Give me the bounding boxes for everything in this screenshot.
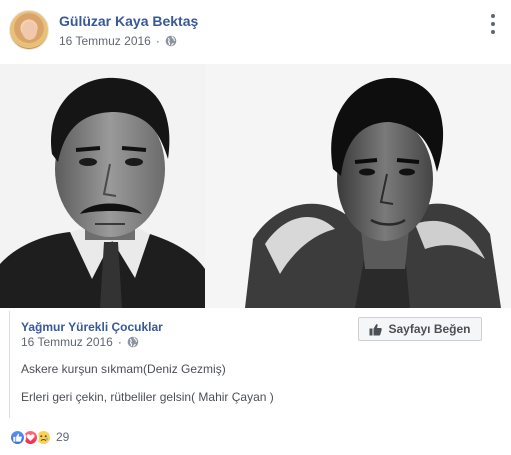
avatar-face	[22, 21, 37, 40]
reactions-bar[interactable]: 29	[9, 428, 69, 446]
left-portrait-photo[interactable]	[0, 64, 205, 308]
right-portrait-image	[205, 64, 511, 308]
shared-text-line-1: Askere kurşun sıkmam(Deniz Gezmiş)	[21, 362, 226, 376]
meta-separator: ·	[117, 335, 122, 349]
author-name[interactable]: Gülüzar Kaya Bektaş	[59, 13, 198, 29]
shared-page-name[interactable]: Yağmur Yürekli Çocuklar	[21, 320, 163, 334]
post-date[interactable]: 16 Temmuz 2016	[59, 34, 151, 48]
right-portrait-photo[interactable]	[205, 64, 511, 308]
like-page-label: Sayfayı Beğen	[388, 322, 471, 336]
like-reaction-icon[interactable]	[9, 428, 26, 446]
thumbs-up-icon	[369, 323, 383, 335]
more-options-icon[interactable]	[487, 14, 499, 34]
post-photos[interactable]	[0, 64, 511, 308]
author-avatar[interactable]	[9, 10, 49, 50]
post-meta: 16 Temmuz 2016 ·	[59, 34, 177, 48]
reaction-count[interactable]: 29	[56, 430, 69, 444]
shared-post-meta: 16 Temmuz 2016 ·	[21, 335, 139, 349]
like-page-button[interactable]: Sayfayı Beğen	[358, 317, 482, 341]
post-header: Gülüzar Kaya Bektaş 16 Temmuz 2016 ·	[0, 0, 511, 62]
shared-text-line-2: Erleri geri çekin, rütbeliler gelsin( Ma…	[21, 390, 274, 404]
globe-icon[interactable]	[165, 35, 177, 47]
globe-icon[interactable]	[127, 336, 139, 348]
left-portrait-image	[0, 64, 205, 308]
shared-post-date[interactable]: 16 Temmuz 2016	[21, 335, 113, 349]
facebook-post: Gülüzar Kaya Bektaş 16 Temmuz 2016 · Yağ…	[0, 0, 511, 455]
shared-post-card: Yağmur Yürekli Çocuklar 16 Temmuz 2016 ·…	[9, 311, 501, 418]
meta-separator: ·	[155, 34, 160, 48]
